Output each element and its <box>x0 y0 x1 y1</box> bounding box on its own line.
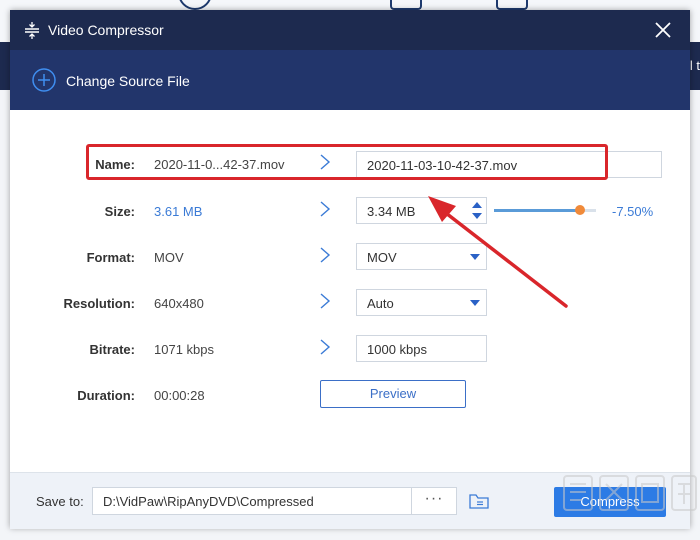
size-slider-fill <box>494 209 580 212</box>
chevron-right-icon <box>320 293 331 309</box>
save-path-value: D:\VidPaw\RipAnyDVD\Compressed <box>103 494 314 509</box>
resolution-dropdown[interactable]: Auto <box>356 289 487 316</box>
original-resolution: 640x480 <box>154 296 204 311</box>
change-source-file-label: Change Source File <box>66 73 190 89</box>
background-tool-icon <box>496 0 528 10</box>
window-title: Video Compressor <box>48 22 164 38</box>
background-circle-icon <box>178 0 212 10</box>
save-footer: Save to: D:\VidPaw\RipAnyDVD\Compressed … <box>10 472 690 529</box>
dropdown-arrow-icon <box>470 300 480 306</box>
chevron-right-icon <box>320 201 331 217</box>
output-size-value: 3.34 MB <box>367 204 416 219</box>
resolution-label: Resolution: <box>63 296 136 311</box>
format-dropdown[interactable]: MOV <box>356 243 487 270</box>
preview-button[interactable]: Preview <box>320 380 466 408</box>
annotation-highlight-box <box>86 144 608 180</box>
video-compressor-dialog: Video Compressor Change Source File Name… <box>10 10 690 529</box>
bitrate-value: 1000 kbps <box>367 342 427 357</box>
size-label: Size: <box>104 204 135 219</box>
compress-button[interactable]: Compress <box>554 487 666 517</box>
chevron-right-icon <box>320 247 331 263</box>
add-circle-icon <box>32 68 56 92</box>
open-folder-icon[interactable] <box>468 491 490 511</box>
background-partial-text: l t <box>689 58 700 73</box>
title-bar: Video Compressor <box>10 10 690 50</box>
bitrate-input[interactable]: 1000 kbps <box>356 335 487 362</box>
chevron-right-icon <box>320 339 331 355</box>
save-to-label: Save to: <box>36 494 84 509</box>
format-label: Format: <box>86 250 135 265</box>
original-format: MOV <box>154 250 184 265</box>
dropdown-arrow-icon <box>470 254 480 260</box>
output-size-stepper[interactable]: 3.34 MB <box>356 197 487 224</box>
size-slider-handle[interactable] <box>574 205 585 215</box>
compress-icon <box>25 22 39 39</box>
size-slider[interactable] <box>494 205 596 215</box>
original-size: 3.61 MB <box>154 204 203 219</box>
browse-button[interactable]: ··· <box>411 487 457 515</box>
change-source-file-button[interactable]: Change Source File <box>10 50 690 110</box>
original-bitrate: 1071 kbps <box>154 342 214 357</box>
format-selected-value: MOV <box>367 250 397 265</box>
close-icon[interactable] <box>652 19 674 41</box>
resolution-selected-value: Auto <box>367 296 394 311</box>
original-duration: 00:00:28 <box>154 388 205 403</box>
increment-icon[interactable] <box>472 202 482 208</box>
background-tool-icon <box>390 0 422 10</box>
decrement-icon[interactable] <box>472 213 482 219</box>
size-reduction-percent: -7.50% <box>612 204 654 219</box>
size-stepper-arrows <box>471 200 483 222</box>
duration-label: Duration: <box>77 388 135 403</box>
save-path-field[interactable]: D:\VidPaw\RipAnyDVD\Compressed <box>92 487 412 515</box>
bitrate-label: Bitrate: <box>89 342 135 357</box>
